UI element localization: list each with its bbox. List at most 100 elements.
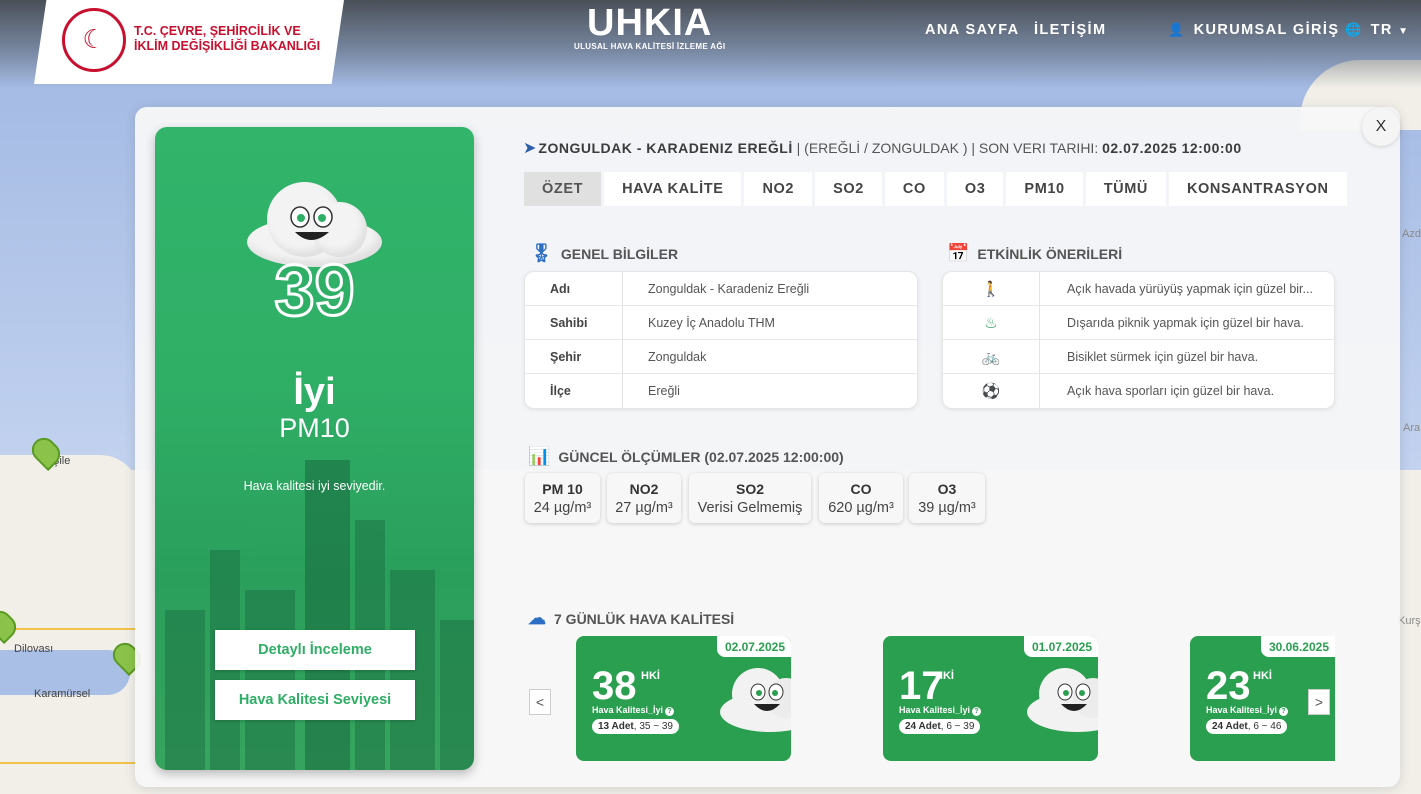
- header-bar: ☾ T.C. ÇEVRE, ŞEHİRCİLİK VE İKLİM DEĞİŞİ…: [0, 0, 1421, 88]
- tab-konsantrasyon[interactable]: KONSANTRASYON: [1168, 172, 1347, 206]
- info-icon[interactable]: ?: [1279, 707, 1289, 716]
- station-header: ➤ ZONGULDAK - KARADENIZ EREĞLİ | (EREĞLİ …: [523, 138, 1242, 158]
- chevron-down-icon: ▼: [1398, 26, 1410, 37]
- ministry-name-line2: İKLİM DEĞİŞİKLİĞİ BAKANLIĞI: [134, 39, 321, 53]
- activity-text: Açık havada yürüyüş yapmak için güzel bi…: [1067, 281, 1313, 296]
- table-row: ⚽ Açık hava sporları için güzel bir hava.: [943, 374, 1334, 408]
- nav-login-label: KURUMSAL GİRİŞ: [1193, 22, 1340, 38]
- ministry-emblem-icon: ☾: [62, 8, 126, 72]
- close-button[interactable]: X: [1362, 108, 1400, 146]
- aqi-card: 39 İyi PM10 Hava kalitesi iyi seviyedir.…: [155, 127, 474, 770]
- language-label: TR: [1370, 22, 1393, 38]
- tab-ozet[interactable]: ÖZET: [524, 172, 602, 206]
- info-icon[interactable]: ?: [665, 707, 675, 716]
- award-icon: 🎖: [530, 243, 553, 263]
- tab-hava-kalite[interactable]: HAVA KALİTE: [604, 172, 742, 206]
- forecast-day-card[interactable]: 01.07.2025 17 HKİ Hava Kalitesi_İyi? 24 …: [883, 636, 1098, 761]
- measurement-no2: NO2 27 µg/m³: [607, 473, 681, 523]
- map-label-azdavay: Azdavay: [1402, 228, 1421, 240]
- table-row: Sahibi Kuzey İç Anadolu THM: [525, 306, 917, 340]
- nav-login[interactable]: 👤 KURUMSAL GİRİŞ: [1168, 22, 1339, 38]
- logo-subtitle: ULUSAL HAVA KALİTESİ İZLEME AĞI: [574, 42, 726, 51]
- forecast-range: , 35 ~ 39: [633, 721, 673, 732]
- info-key: Adı: [525, 272, 623, 305]
- measurement-name: CO: [850, 481, 872, 497]
- calendar-icon: 📅: [947, 243, 970, 263]
- forecast-label-text: Hava Kalitesi_İyi: [899, 705, 971, 715]
- info-value: Zonguldak - Karadeniz Ereğli: [648, 281, 810, 296]
- road: [0, 762, 135, 764]
- aqi-value: 39: [273, 251, 356, 331]
- forecast-label-text: Hava Kalitesi_İyi: [1206, 705, 1278, 715]
- forecast-date: 30.06.2025: [1260, 636, 1335, 657]
- activity-text: Dışarıda piknik yapmak için güzel bir ha…: [1067, 315, 1304, 330]
- forecast-range: , 6 ~ 46: [1247, 721, 1282, 732]
- info-icon[interactable]: ?: [972, 707, 982, 716]
- road: [0, 628, 135, 630]
- general-info-heading: 🎖 GENEL BİLGİLER: [530, 243, 678, 264]
- globe-icon: 🌐: [1345, 22, 1363, 37]
- tab-co[interactable]: CO: [884, 172, 944, 206]
- uhkia-logo[interactable]: UHKIA ULUSAL HAVA KALİTESİ İZLEME AĞI: [574, 4, 725, 51]
- forecast-count-value: 24 Adet: [1212, 721, 1248, 732]
- air-quality-level-button[interactable]: Hava Kalitesi Seviyesi: [215, 680, 415, 720]
- tab-o3[interactable]: O3: [946, 172, 1004, 206]
- measurement-o3: O3 39 µg/m³: [909, 473, 985, 523]
- activities-heading: 📅 ETKİNLİK ÖNERİLERİ: [947, 243, 1122, 264]
- language-selector[interactable]: 🌐 TR ▼: [1345, 22, 1409, 38]
- activities-title: ETKİNLİK ÖNERİLERİ: [977, 245, 1123, 262]
- bar-chart-icon: 📊: [528, 446, 551, 466]
- measurement-value: Verisi Gelmemiş: [697, 500, 803, 516]
- smiling-cloud-icon: [720, 668, 791, 732]
- bicycle-icon: 🚲: [943, 340, 1040, 373]
- info-key: İlçe: [525, 374, 623, 408]
- nav-home[interactable]: ANA SAYFA: [925, 22, 1020, 38]
- forecast-count-value: 13 Adet: [598, 721, 634, 732]
- measurements-title: GÜNCEL ÖLÇÜMLER (02.07.2025 12:00:00): [558, 448, 844, 465]
- map-label-dilovasi: Dilovası: [14, 643, 54, 655]
- measurement-name: O3: [937, 481, 957, 497]
- info-value: Kuzey İç Anadolu THM: [648, 315, 775, 330]
- ministry-name-line1: T.C. ÇEVRE, ŞEHİRCİLİK VE: [134, 24, 301, 38]
- smiling-cloud-icon: [1027, 668, 1098, 732]
- location-arrow-icon: ➤: [523, 140, 537, 157]
- nav-contact[interactable]: İLETİŞİM: [1034, 22, 1106, 38]
- forecast-next-button[interactable]: >: [1308, 689, 1330, 715]
- measurement-co: CO 620 µg/m³: [819, 473, 903, 523]
- forecast-title: 7 GÜNLÜK HAVA KALİTESİ: [554, 610, 735, 627]
- forecast-day-card[interactable]: 02.07.2025 38 HKİ Hava Kalitesi_İyi? 13 …: [576, 636, 791, 761]
- tab-so2[interactable]: SO2: [815, 172, 882, 206]
- forecast-label-text: Hava Kalitesi_İyi: [592, 705, 664, 715]
- measurement-value: 620 µg/m³: [828, 500, 894, 516]
- ministry-logo[interactable]: ☾ T.C. ÇEVRE, ŞEHİRCİLİK VE İKLİM DEĞİŞİ…: [34, 0, 344, 84]
- aqi-level: İyi: [293, 371, 336, 413]
- walking-icon: 🚶: [943, 272, 1040, 305]
- forecast-unit: HKİ: [641, 670, 660, 682]
- forecast-heading: ☁ 7 GÜNLÜK HAVA KALİTESİ: [528, 608, 734, 629]
- tab-no2[interactable]: NO2: [744, 172, 813, 206]
- info-key: Şehir: [525, 340, 623, 373]
- forecast-label: Hava Kalitesi_İyi?: [899, 705, 982, 716]
- forecast-date: 01.07.2025: [1023, 636, 1098, 657]
- station-district: | (EREĞLİ / ZONGULDAK ) | SON VERI TARIH…: [792, 140, 1103, 156]
- tab-tumu[interactable]: TÜMÜ: [1085, 172, 1166, 206]
- football-icon: ⚽: [943, 374, 1040, 408]
- map-label-kursunlu: Kurşunlu: [1398, 615, 1421, 627]
- forecast-unit: HKİ: [935, 670, 954, 682]
- forecast-prev-button[interactable]: <: [529, 689, 551, 715]
- info-key: Sahibi: [525, 306, 623, 339]
- ministry-name: T.C. ÇEVRE, ŞEHİRCİLİK VE İKLİM DEĞİŞİKL…: [134, 24, 334, 54]
- general-info-title: GENEL BİLGİLER: [560, 245, 679, 262]
- tab-pm10[interactable]: PM10: [1006, 172, 1083, 206]
- picnic-icon: ♨: [943, 306, 1040, 339]
- forecast-range: , 6 ~ 39: [940, 721, 975, 732]
- detailed-review-button[interactable]: Detaylı İnceleme: [215, 630, 415, 670]
- station-last-date: 02.07.2025 12:00:00: [1102, 140, 1242, 156]
- table-row: İlçe Ereğli: [525, 374, 917, 408]
- forecast-value: 38: [592, 664, 637, 708]
- measurement-name: NO2: [629, 481, 659, 497]
- logo-title: UHKIA: [587, 2, 713, 44]
- forecast-unit: HKİ: [1253, 670, 1272, 682]
- measurement-pm10: PM 10 24 µg/m³: [525, 473, 600, 523]
- table-row: Adı Zonguldak - Karadeniz Ereğli: [525, 272, 917, 306]
